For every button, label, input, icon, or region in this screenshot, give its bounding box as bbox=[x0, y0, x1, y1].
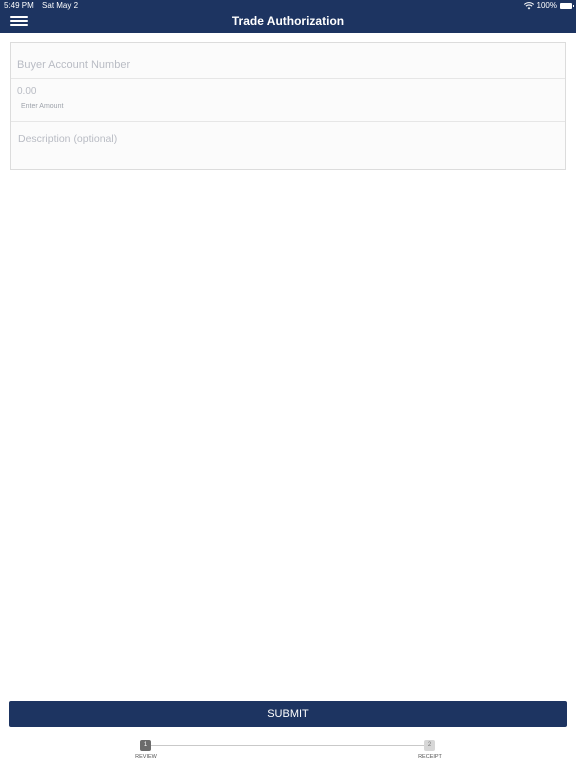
status-bar: 5:49 PM Sat May 2 100% bbox=[0, 0, 576, 12]
buyer-account-input[interactable] bbox=[17, 58, 547, 72]
step-2-label: RECEIPT bbox=[418, 754, 442, 760]
battery-icon bbox=[560, 3, 574, 9]
page-title: Trade Authorization bbox=[231, 14, 345, 28]
step-2-badge: 2 bbox=[424, 740, 435, 751]
step-1-badge: 1 bbox=[140, 740, 151, 751]
amount-row: Enter Amount bbox=[11, 78, 565, 122]
progress-stepper: 1 2 REVIEW RECEIPT bbox=[0, 738, 576, 768]
description-input[interactable] bbox=[18, 132, 548, 146]
amount-input[interactable] bbox=[17, 85, 547, 98]
status-time: 5:49 PM bbox=[4, 1, 34, 10]
page: 5:49 PM Sat May 2 100% Trade Authorizati… bbox=[0, 0, 576, 768]
account-row bbox=[11, 43, 565, 79]
submit-button[interactable]: SUBMIT bbox=[9, 701, 567, 727]
stepper-line bbox=[151, 745, 425, 746]
step-1-label: REVIEW bbox=[135, 754, 157, 760]
battery-percent: 100% bbox=[536, 1, 557, 10]
app-header: 5:49 PM Sat May 2 100% Trade Authorizati… bbox=[0, 0, 576, 33]
description-row bbox=[11, 121, 565, 169]
amount-hint: Enter Amount bbox=[21, 103, 64, 110]
status-right: 100% bbox=[523, 0, 574, 12]
wifi-icon bbox=[523, 2, 534, 10]
status-left: 5:49 PM Sat May 2 bbox=[4, 0, 78, 12]
trade-form: Enter Amount bbox=[10, 42, 566, 170]
status-date: Sat May 2 bbox=[42, 1, 79, 10]
